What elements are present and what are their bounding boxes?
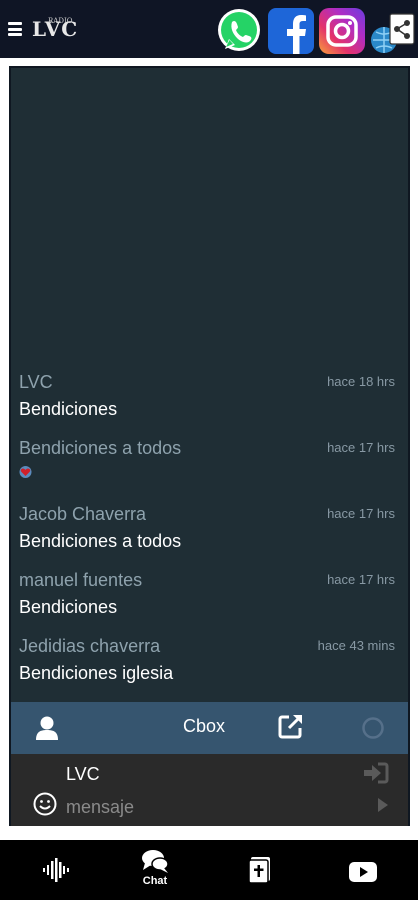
message-composer: LVC — [11, 754, 408, 826]
logo: RADIO LVC — [32, 14, 80, 44]
message-time: hace 17 hrs — [327, 440, 395, 455]
message-list[interactable]: LVC hace 18 hrs Bendiciones Bendiciones … — [11, 68, 408, 702]
bottom-navigation: Chat — [0, 840, 418, 900]
loading-circle-icon — [362, 717, 384, 744]
message-text: Bendiciones iglesia — [19, 663, 174, 683]
message-input[interactable] — [66, 797, 346, 818]
cbox-title: Cbox — [183, 716, 226, 736]
instagram-icon[interactable] — [319, 8, 365, 54]
bible-icon — [248, 857, 270, 884]
name-field[interactable]: LVC — [66, 764, 100, 785]
audio-wave-icon — [43, 858, 69, 882]
menu-icon[interactable] — [8, 22, 22, 36]
list-item: LVC hace 18 hrs Bendiciones — [19, 372, 399, 420]
login-icon[interactable] — [363, 762, 389, 789]
nav-audio[interactable] — [42, 858, 70, 882]
message-time: hace 43 mins — [317, 638, 395, 653]
heart-emoji-icon — [19, 465, 32, 478]
nav-chat[interactable]: Chat — [140, 848, 170, 887]
message-time: hace 17 hrs — [327, 572, 395, 587]
external-link-icon[interactable] — [277, 712, 305, 745]
youtube-icon — [349, 862, 377, 882]
chat-frame: LVC hace 18 hrs Bendiciones Bendiciones … — [9, 66, 410, 826]
message-time: hace 17 hrs — [327, 506, 395, 521]
cbox-toolbar: Cbox — [11, 702, 408, 754]
nav-bible[interactable] — [248, 856, 272, 884]
web-share-icon[interactable] — [370, 12, 416, 58]
chat-bubbles-icon — [142, 850, 169, 873]
message-time: hace 18 hrs — [327, 374, 395, 389]
send-icon[interactable] — [377, 798, 389, 817]
message-text: Bendiciones — [19, 597, 118, 617]
list-item: Jedidias chaverra hace 43 mins Bendicion… — [19, 636, 399, 684]
nav-chat-label: Chat — [142, 875, 168, 887]
list-item: Bendiciones a todos hace 17 hrs — [19, 438, 399, 478]
message-text: Bendiciones — [19, 399, 118, 419]
list-item: manuel fuentes hace 17 hrs Bendiciones — [19, 570, 399, 618]
emoji-icon[interactable] — [33, 792, 57, 821]
whatsapp-icon[interactable] — [216, 8, 262, 54]
list-item: Jacob Chaverra hace 17 hrs Bendiciones a… — [19, 504, 399, 552]
user-icon[interactable] — [35, 715, 59, 746]
nav-youtube[interactable] — [349, 862, 377, 882]
message-text: Bendiciones a todos — [19, 531, 182, 551]
logo-subtitle: RADIO — [48, 17, 73, 25]
facebook-icon[interactable] — [268, 8, 314, 54]
top-bar: RADIO LVC — [0, 0, 418, 58]
